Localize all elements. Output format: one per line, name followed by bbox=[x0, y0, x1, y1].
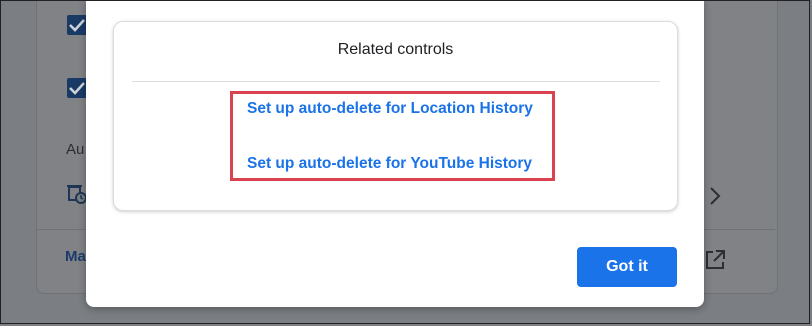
location-history-auto-delete-link[interactable]: Set up auto-delete for Location History bbox=[247, 100, 533, 118]
open-in-new-icon bbox=[704, 249, 726, 276]
background-section-label: Au bbox=[66, 141, 85, 158]
youtube-history-auto-delete-link[interactable]: Set up auto-delete for YouTube History bbox=[247, 155, 532, 173]
related-controls-title: Related controls bbox=[337, 41, 454, 58]
auto-delete-dialog: Related controls Set up auto-delete for … bbox=[86, 0, 704, 307]
chevron-right-icon bbox=[708, 186, 722, 211]
related-controls-card: Related controls Set up auto-delete for … bbox=[113, 21, 678, 211]
checkbox-checked-icon bbox=[67, 78, 87, 98]
related-controls-divider bbox=[132, 81, 660, 82]
auto-delete-icon bbox=[66, 183, 88, 210]
background-manage-link: Ma bbox=[65, 248, 86, 265]
checkbox-checked-icon bbox=[67, 15, 87, 35]
got-it-button[interactable]: Got it bbox=[577, 247, 677, 287]
